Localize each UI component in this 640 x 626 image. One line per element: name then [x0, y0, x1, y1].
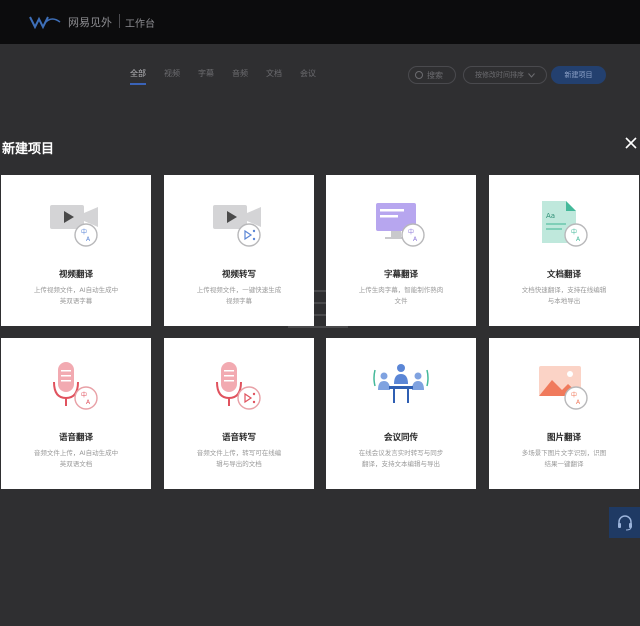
card-title: 视频翻译 — [58, 270, 93, 280]
audio-transcribe-icon — [216, 362, 261, 410]
svg-text:中: 中 — [571, 228, 577, 236]
image-translate-icon: 中 A — [539, 366, 588, 410]
card-description: 文档快速翻译，支持在线编辑与本地导出 — [521, 286, 607, 305]
card-subtitle-translate[interactable]: 中 A 字幕翻译 上传生肉字幕，智能制作熟肉文件 — [326, 175, 476, 326]
svg-text:Aa: Aa — [546, 212, 555, 220]
svg-text:中: 中 — [408, 228, 414, 236]
tab-audio[interactable]: 音频 — [232, 68, 248, 85]
subtitle-translate-icon: 中 A — [376, 203, 425, 247]
tab-video[interactable]: 视频 — [164, 68, 180, 85]
card-meeting-interpret[interactable]: 会议同传 在线会议发言实时转写与同步翻译，支持文本编辑与导出 — [326, 338, 476, 489]
card-description: 上传生肉字幕，智能制作熟肉文件 — [358, 286, 444, 305]
workspace-label[interactable]: 工作台 — [125, 15, 155, 30]
tab-subtitle[interactable]: 字幕 — [198, 68, 214, 85]
search-input[interactable]: 搜索 — [408, 66, 456, 84]
filter-tabs: 全部 视频 字幕 音频 文档 会议 — [130, 68, 334, 85]
modal-title: 新建项目 — [2, 142, 55, 157]
headset-icon — [617, 514, 632, 530]
new-project-button[interactable]: 新建项目 — [551, 66, 606, 84]
card-audio-translate[interactable]: 中 A 语音翻译 音频文件上传，AI自动生成中英双语文档 — [1, 338, 151, 489]
card-title: 文档翻译 — [546, 270, 581, 280]
customer-service-button[interactable] — [609, 507, 640, 538]
tab-document[interactable]: 文档 — [266, 68, 282, 85]
card-video-transcribe[interactable]: 视频转写 上传视频文件，一键快速生成视频字幕 — [164, 175, 314, 326]
svg-text:中: 中 — [81, 391, 87, 399]
card-title: 语音翻译 — [58, 433, 93, 443]
tab-meeting[interactable]: 会议 — [300, 68, 316, 85]
search-icon — [415, 71, 423, 79]
divider — [119, 14, 120, 28]
card-description: 上传视频文件，AI自动生成中英双语字幕 — [33, 286, 119, 305]
svg-text:中: 中 — [81, 228, 87, 236]
svg-text:中: 中 — [571, 391, 577, 399]
tab-all[interactable]: 全部 — [130, 68, 146, 85]
card-image-translate[interactable]: 中 A 图片翻译 多场景下图片文字识别，识图结果一键翻译 — [489, 338, 639, 489]
card-description: 上传视频文件，一键快速生成视频字幕 — [196, 286, 282, 305]
card-description: 多场景下图片文字识别，识图结果一键翻译 — [521, 449, 607, 468]
meeting-interpret-icon — [373, 364, 429, 403]
video-transcribe-icon — [213, 205, 261, 247]
card-title: 视频转写 — [221, 270, 256, 280]
document-translate-icon: Aa 中 A — [542, 201, 588, 247]
close-icon[interactable] — [624, 136, 638, 150]
search-label: 搜索 — [427, 70, 443, 80]
card-title: 会议同传 — [383, 433, 418, 443]
sort-dropdown[interactable]: 按修改时间排序 — [463, 66, 547, 84]
card-description: 音频文件上传，转写可在线编辑与导出的文档 — [196, 449, 282, 468]
video-translate-icon: 中 A — [50, 205, 98, 247]
card-title: 字幕翻译 — [383, 270, 418, 280]
audio-translate-icon: 中 A — [53, 362, 98, 410]
card-audio-transcribe[interactable]: 语音转写 音频文件上传，转写可在线编辑与导出的文档 — [164, 338, 314, 489]
card-title: 语音转写 — [221, 433, 256, 443]
card-title: 图片翻译 — [546, 433, 581, 443]
card-description: 音频文件上传，AI自动生成中英双语文档 — [33, 449, 119, 468]
sort-label: 按修改时间排序 — [475, 71, 524, 79]
card-video-translate[interactable]: 中 A 视频翻译 上传视频文件，AI自动生成中英双语字幕 — [1, 175, 151, 326]
logo-icon — [29, 16, 61, 30]
card-description: 在线会议发言实时转写与同步翻译，支持文本编辑与导出 — [358, 449, 444, 468]
chevron-down-icon — [528, 72, 535, 78]
top-navbar: 网易见外 工作台 — [0, 0, 640, 44]
logo-text: 网易见外 — [68, 16, 112, 29]
card-document-translate[interactable]: Aa 中 A 文档翻译 文档快速翻译，支持在线编辑与本地导出 — [489, 175, 639, 326]
